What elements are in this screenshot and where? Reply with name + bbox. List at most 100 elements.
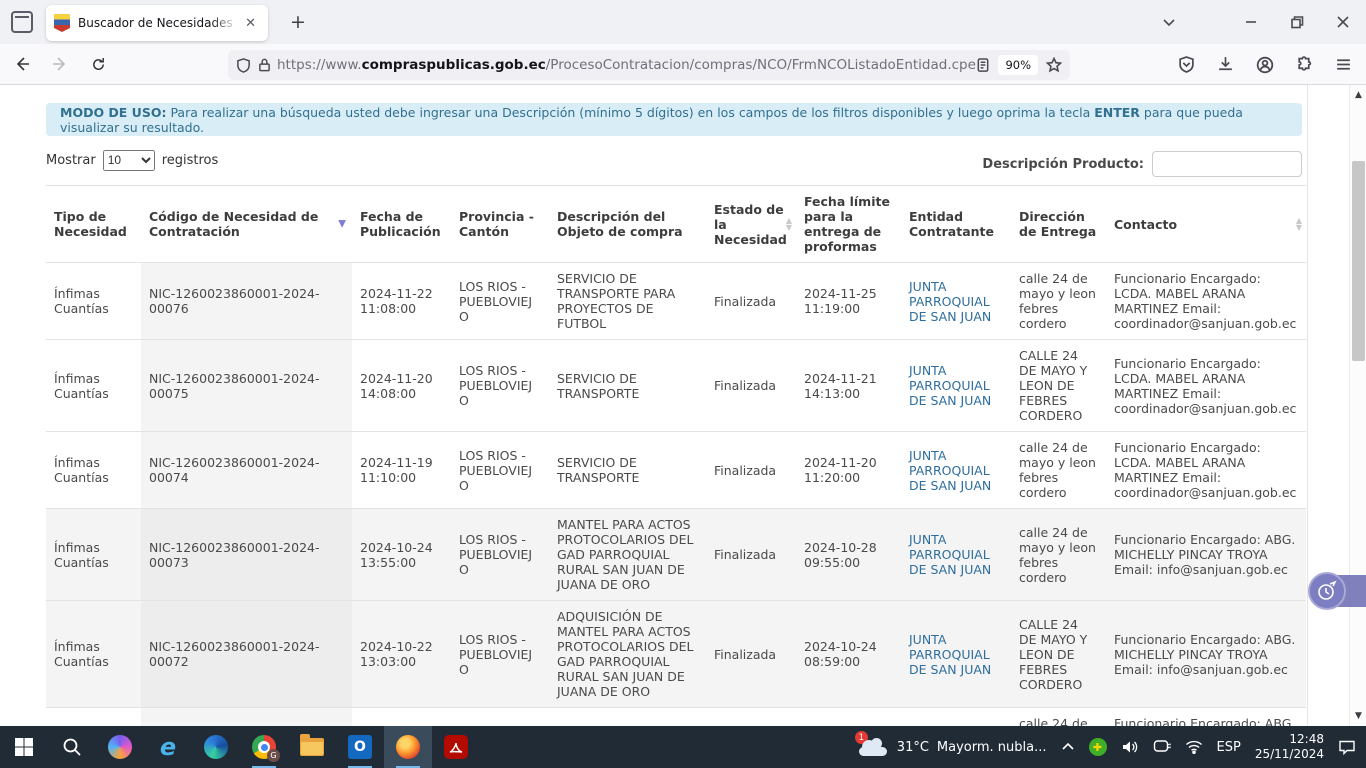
scroll-down-icon[interactable]: ▼ xyxy=(1350,708,1366,724)
firefox-view-icon[interactable] xyxy=(11,11,33,33)
acrobat-icon[interactable] xyxy=(432,726,480,768)
cell-descripcion: ADQUISICIÓN DE MANTEL PARA ACTOS PROTOCO… xyxy=(549,601,706,708)
column-header-1[interactable]: Código de Necesidad de Contratación▼ xyxy=(141,186,352,263)
cell-descripcion: SERVICIO DE TRANSPORTE xyxy=(549,432,706,509)
cell-fecha_publicacion: 2024-10-22 13:03:00 xyxy=(352,601,451,708)
notification-center-icon[interactable] xyxy=(1338,739,1356,755)
cell-tipo: Ínfimas Cuantías xyxy=(46,432,141,509)
pocket-icon[interactable] xyxy=(1178,56,1195,73)
length-menu-suffix: registros xyxy=(162,153,219,168)
cell-entidad: JUNTA PARROQUIAL DE SAN JUAN xyxy=(901,509,1011,601)
weather-text: Mayorm. nubla... xyxy=(937,740,1047,755)
tab-close-icon[interactable]: ✕ xyxy=(241,14,260,33)
cell-codigo: NIC-1260023860001-2024-00074 xyxy=(141,432,352,509)
column-header-7[interactable]: Entidad Contratante xyxy=(901,186,1011,263)
bookmark-star-icon[interactable] xyxy=(1046,57,1062,73)
cell-entidad: JUNTA PARROQUIAL DE SAN JUAN xyxy=(901,601,1011,708)
column-header-0[interactable]: Tipo de Necesidad xyxy=(46,186,141,263)
page-size-select[interactable]: 10 xyxy=(103,150,155,171)
column-header-8[interactable]: Dirección de Entrega xyxy=(1011,186,1106,263)
zoom-level-badge[interactable]: 90% xyxy=(998,55,1038,75)
window-close-button[interactable] xyxy=(1320,0,1366,44)
cell-fecha_publicacion: 2024-11-19 11:10:00 xyxy=(352,432,451,509)
tab-list-chevron-icon[interactable] xyxy=(1146,0,1192,44)
cell-tipo: Ínfimas Cuantías xyxy=(46,708,141,727)
copilot-icon[interactable] xyxy=(96,726,144,768)
downloads-icon[interactable] xyxy=(1217,56,1234,73)
weather-widget[interactable]: 1 31°C Mayorm. nubla... xyxy=(859,738,1047,756)
navbar-right-icons xyxy=(1178,44,1358,85)
window-minimize-button[interactable] xyxy=(1228,0,1274,44)
antivirus-icon[interactable]: ✚ xyxy=(1089,738,1107,756)
scrollbar-thumb[interactable] xyxy=(1352,161,1365,361)
cell-tipo: Ínfimas Cuantías xyxy=(46,340,141,432)
entidad-link[interactable]: JUNTA PARROQUIAL DE SAN JUAN xyxy=(909,448,991,493)
scroll-up-icon[interactable]: ▲ xyxy=(1350,87,1366,103)
column-header-9[interactable]: Contacto▲▼ xyxy=(1106,186,1306,263)
clock[interactable]: 12:48 25/11/2024 xyxy=(1255,732,1324,762)
entidad-link[interactable]: JUNTA PARROQUIAL DE SAN JUAN xyxy=(909,632,991,677)
edge-icon[interactable] xyxy=(192,726,240,768)
system-tray: 1 31°C Mayorm. nubla... ✚ ESP 12:48 25/1… xyxy=(859,732,1366,762)
column-header-2[interactable]: Fecha de Publicación xyxy=(352,186,451,263)
taskbar-search-icon[interactable] xyxy=(48,726,96,768)
volume-icon[interactable] xyxy=(1121,739,1139,755)
wifi-icon[interactable] xyxy=(1185,740,1203,754)
meet-now-icon[interactable] xyxy=(1153,739,1171,755)
url-bar[interactable]: https://www.compraspublicas.gob.ec/Proce… xyxy=(228,50,1070,80)
table-row: Ínfimas CuantíasNIC-1260023860001-2024-0… xyxy=(46,509,1306,601)
date: 25/11/2024 xyxy=(1255,747,1324,762)
screen: Buscador de Necesidades de Co ✕ + xyxy=(0,0,1366,768)
extensions-puzzle-icon[interactable] xyxy=(1296,56,1313,73)
reader-mode-icon[interactable] xyxy=(976,58,990,73)
entidad-link[interactable]: JUNTA PARROQUIAL DE SAN JUAN xyxy=(909,279,991,324)
column-header-4[interactable]: Descripción del Objeto de compra xyxy=(549,186,706,263)
browser-tab-strip: Buscador de Necesidades de Co ✕ + xyxy=(0,0,1366,44)
url-text[interactable]: https://www.compraspublicas.gob.ec/Proce… xyxy=(277,57,976,73)
product-filter: Descripción Producto: xyxy=(982,151,1302,177)
reload-button-icon[interactable] xyxy=(82,49,114,79)
floating-widget[interactable] xyxy=(1308,572,1366,610)
chrome-icon[interactable]: G xyxy=(240,726,288,768)
file-explorer-icon[interactable] xyxy=(288,726,336,768)
browser-tab[interactable]: Buscador de Necesidades de Co ✕ xyxy=(46,5,268,41)
cell-estado: Finalizada xyxy=(706,509,796,601)
window-restore-button[interactable] xyxy=(1274,0,1320,44)
cell-descripcion: BANDERA DE LA PROVINCIA DE LOS RIOS xyxy=(549,708,706,727)
cell-contacto: Funcionario Encargado: ABG. MICHELLY PIN… xyxy=(1106,708,1306,727)
back-button-icon[interactable] xyxy=(6,49,38,79)
entidad-link[interactable]: JUNTA PARROQUIAL DE SAN JUAN xyxy=(909,532,991,577)
column-header-3[interactable]: Provincia - Cantón xyxy=(451,186,549,263)
cell-direccion: calle 24 de mayo y leon febres cordero xyxy=(1011,708,1106,727)
firefox-icon[interactable] xyxy=(384,726,432,768)
cell-estado: Finalizada xyxy=(706,708,796,727)
new-tab-button[interactable]: + xyxy=(284,8,312,36)
account-icon[interactable] xyxy=(1256,56,1274,74)
cell-codigo: NIC-1260023860001-2024-00069 xyxy=(141,708,352,727)
entidad-link[interactable]: JUNTA PARROQUIAL DE SAN JUAN xyxy=(909,363,991,408)
cell-contacto: Funcionario Encargado: LCDA. MABEL ARANA… xyxy=(1106,263,1306,340)
tracking-shield-icon[interactable] xyxy=(236,58,251,73)
cell-estado: Finalizada xyxy=(706,432,796,509)
content-scrollbar[interactable]: ▲ ▼ xyxy=(1349,85,1366,726)
cell-estado: Finalizada xyxy=(706,601,796,708)
column-header-5[interactable]: Estado de la Necesidad▲▼ xyxy=(706,186,796,263)
cell-codigo: NIC-1260023860001-2024-00073 xyxy=(141,509,352,601)
product-filter-input[interactable] xyxy=(1152,151,1302,177)
cell-descripcion: MANTEL PARA ACTOS PROTOCOLARIOS DEL GAD … xyxy=(549,509,706,601)
tray-chevron-up-icon[interactable] xyxy=(1061,740,1075,754)
start-button[interactable] xyxy=(0,726,48,768)
language-indicator[interactable]: ESP xyxy=(1217,740,1241,755)
sort-desc-icon: ▼ xyxy=(338,219,346,230)
cell-codigo: NIC-1260023860001-2024-00072 xyxy=(141,601,352,708)
cell-direccion: calle 24 de mayo y leon febres cordero xyxy=(1011,509,1106,601)
outlook-icon[interactable]: O xyxy=(336,726,384,768)
page-divider xyxy=(1307,85,1308,726)
forward-button-icon[interactable] xyxy=(44,49,76,79)
column-header-6[interactable]: Fecha límite para la entrega de proforma… xyxy=(796,186,901,263)
timer-clock-icon[interactable] xyxy=(1308,572,1346,610)
cell-fecha_limite: 2024-11-25 11:19:00 xyxy=(796,263,901,340)
internet-explorer-icon[interactable]: e xyxy=(144,726,192,768)
menu-hamburger-icon[interactable] xyxy=(1335,56,1352,73)
cell-estado: Finalizada xyxy=(706,340,796,432)
